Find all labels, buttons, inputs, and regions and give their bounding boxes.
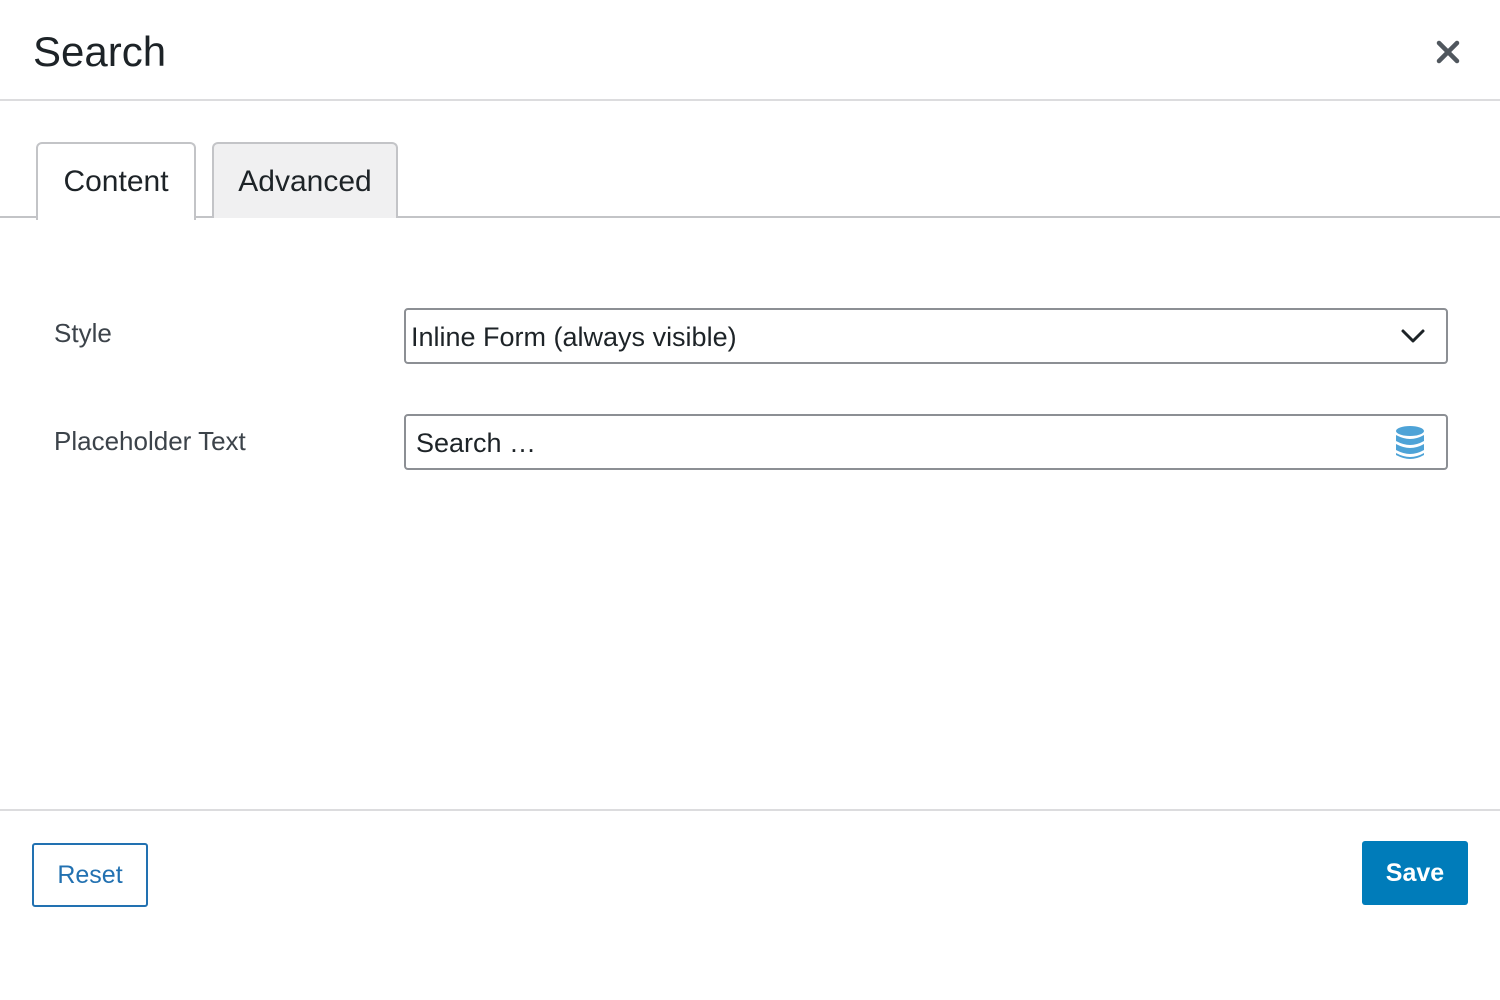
style-label: Style bbox=[54, 318, 112, 348]
database-icon[interactable] bbox=[1394, 425, 1426, 461]
modal-title: Search bbox=[33, 28, 167, 75]
style-select-value: Inline Form (always visible) bbox=[411, 322, 737, 352]
close-icon bbox=[1436, 40, 1460, 64]
style-select[interactable]: Inline Form (always visible) bbox=[404, 308, 1448, 364]
chevron-down-icon bbox=[1401, 329, 1425, 343]
close-button[interactable] bbox=[1428, 32, 1468, 72]
placeholder-text-input[interactable] bbox=[416, 424, 1376, 462]
modal-header: Search bbox=[0, 0, 1500, 101]
placeholder-text-label: Placeholder Text bbox=[54, 426, 246, 456]
tab-advanced[interactable]: Advanced bbox=[212, 142, 398, 218]
placeholder-text-field bbox=[404, 414, 1448, 470]
modal-footer: Reset Save bbox=[0, 809, 1500, 1000]
search-settings-modal: Search Content Advanced Style Inline For… bbox=[0, 0, 1500, 1000]
reset-button[interactable]: Reset bbox=[32, 843, 148, 907]
tab-bar: Content Advanced bbox=[0, 142, 1500, 220]
tab-content[interactable]: Content bbox=[36, 142, 196, 220]
save-button[interactable]: Save bbox=[1362, 841, 1468, 905]
